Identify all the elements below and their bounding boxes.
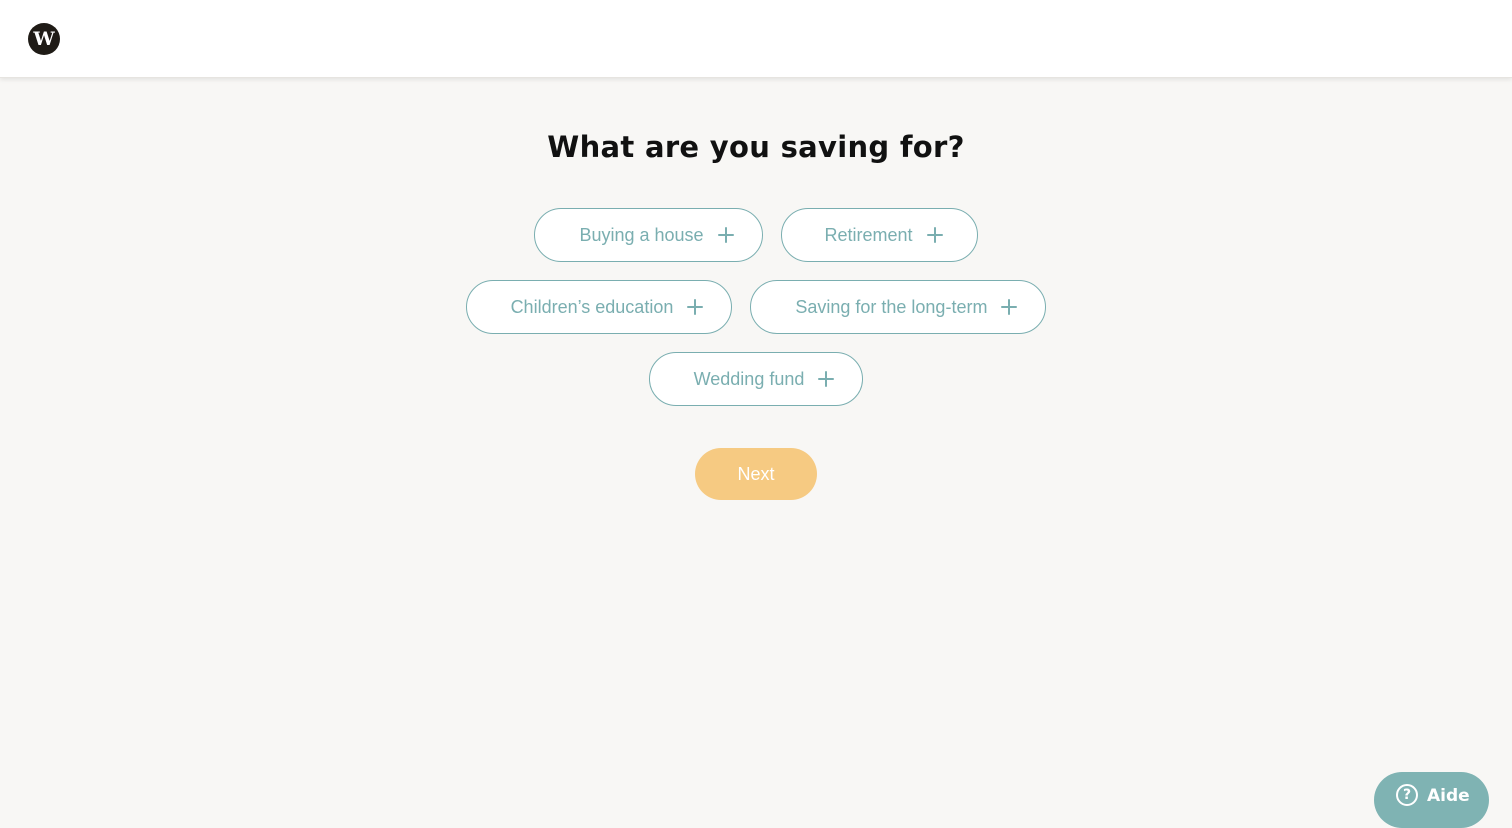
top-header: W bbox=[0, 0, 1512, 78]
goal-row-3: Wedding fund bbox=[648, 352, 864, 406]
plus-icon bbox=[1001, 299, 1018, 315]
goal-long-term-saving-button[interactable]: Saving for the long-term bbox=[750, 280, 1047, 334]
goal-label: Saving for the long-term bbox=[795, 296, 988, 317]
goal-row-2: Children’s education Saving for the long… bbox=[465, 280, 1047, 334]
goal-label: Retirement bbox=[824, 224, 913, 245]
goal-row-1: Buying a house Retirement bbox=[534, 208, 978, 262]
plus-icon bbox=[926, 227, 943, 243]
goal-options: Buying a house Retirement Children’s edu… bbox=[0, 208, 1512, 406]
help-label: Aide bbox=[1427, 786, 1470, 806]
brand-logo[interactable]: W bbox=[28, 23, 60, 55]
plus-icon bbox=[687, 299, 704, 315]
goal-childrens-education-button[interactable]: Children’s education bbox=[465, 280, 733, 334]
goal-label: Children’s education bbox=[510, 296, 674, 317]
goal-wedding-fund-button[interactable]: Wedding fund bbox=[648, 352, 864, 406]
plus-icon bbox=[717, 227, 734, 243]
goal-buying-a-house-button[interactable]: Buying a house bbox=[534, 208, 763, 262]
help-button[interactable]: ? Aide bbox=[1374, 772, 1489, 828]
plus-icon bbox=[818, 371, 835, 387]
goal-label: Wedding fund bbox=[693, 368, 805, 389]
question-circle-icon: ? bbox=[1396, 784, 1418, 806]
goal-label: Buying a house bbox=[579, 224, 704, 245]
page-title: What are you saving for? bbox=[547, 130, 965, 164]
next-button[interactable]: Next bbox=[695, 448, 817, 500]
goal-retirement-button[interactable]: Retirement bbox=[780, 208, 978, 262]
